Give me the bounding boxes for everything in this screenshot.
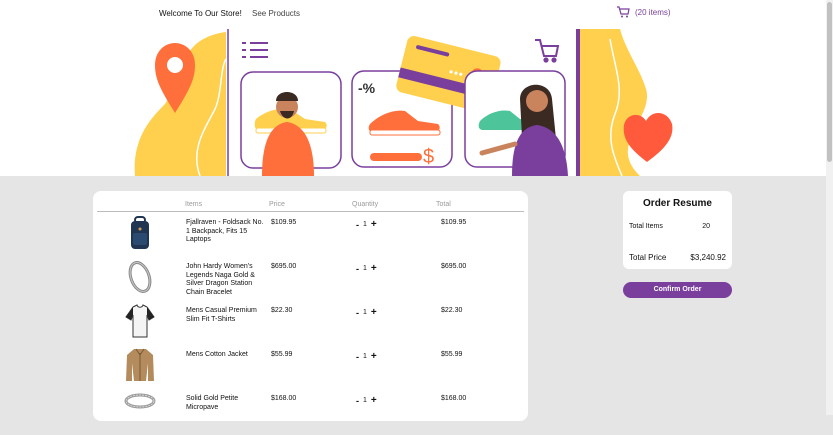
- table-row: Solid Gold Petite Micropave $168.00 - 1 …: [93, 391, 528, 435]
- quantity-value: 1: [363, 397, 367, 404]
- cart-icon: [617, 6, 630, 18]
- see-products-link[interactable]: See Products: [252, 9, 300, 18]
- product-total: $55.99: [441, 351, 463, 358]
- decrease-quantity-button[interactable]: -: [356, 220, 359, 230]
- hero-banner: -% $: [0, 29, 826, 176]
- bracelet-icon: [128, 261, 152, 293]
- total-price-label: Total Price: [629, 253, 667, 262]
- product-price: $695.00: [271, 263, 297, 270]
- column-header-items: Items: [185, 201, 203, 208]
- quantity-value: 1: [363, 221, 367, 228]
- heart-icon: [623, 113, 673, 162]
- welcome-link[interactable]: Welcome To Our Store!: [159, 9, 242, 18]
- cart-count: (20 items): [635, 7, 671, 17]
- quantity-value: 1: [363, 353, 367, 360]
- product-name: Solid Gold Petite Micropave: [186, 395, 239, 411]
- quantity-stepper: - 1 +: [356, 395, 377, 406]
- table-row: John Hardy Women's Legends Naga Gold & S…: [93, 259, 528, 303]
- product-total: $168.00: [441, 395, 467, 402]
- product-total: $109.95: [441, 219, 467, 226]
- order-resume-title: Order Resume: [643, 198, 712, 209]
- increase-quantity-button[interactable]: +: [371, 351, 377, 362]
- order-resume-card: Order Resume Total Items 20 Total Price …: [623, 191, 732, 269]
- hero-illustration: -% $: [134, 29, 673, 176]
- jacket-icon: [126, 348, 154, 381]
- product-price: $109.95: [271, 219, 297, 226]
- product-total: $695.00: [441, 263, 467, 270]
- table-row: Mens Casual Premium Slim Fit T-Shirts $2…: [93, 303, 528, 347]
- column-header-price: Price: [269, 201, 285, 208]
- cart-button[interactable]: (20 items): [616, 6, 671, 18]
- product-name: Mens Casual Premium Slim Fit T-Shirts: [186, 307, 257, 323]
- ring-icon: [124, 393, 156, 409]
- decrease-quantity-button[interactable]: -: [356, 352, 359, 362]
- increase-quantity-button[interactable]: +: [371, 263, 377, 274]
- dollar-icon: $: [423, 146, 434, 168]
- decrease-quantity-button[interactable]: -: [356, 308, 359, 318]
- cart-table: Items Price Quantity Total Fjallraven - …: [93, 191, 528, 421]
- table-row: Mens Cotton Jacket $55.99 - 1 + $55.99: [93, 347, 528, 391]
- total-price-value: $3,240.92: [690, 253, 726, 262]
- table-row: Fjallraven - Foldsack No. 1 Backpack, Fi…: [93, 215, 528, 259]
- header-divider: [97, 211, 524, 212]
- quantity-value: 1: [363, 265, 367, 272]
- quantity-stepper: - 1 +: [356, 307, 377, 318]
- total-items-value: 20: [702, 223, 710, 230]
- quantity-stepper: - 1 +: [356, 263, 377, 274]
- product-price: $55.99: [271, 351, 293, 358]
- quantity-stepper: - 1 +: [356, 351, 377, 362]
- product-name: John Hardy Women's Legends Naga Gold & S…: [186, 263, 255, 296]
- decrease-quantity-button[interactable]: -: [356, 396, 359, 406]
- backpack-icon: [131, 216, 149, 249]
- increase-quantity-button[interactable]: +: [371, 219, 377, 230]
- hero-cart-icon: [535, 39, 560, 63]
- column-header-total: Total: [436, 201, 451, 208]
- page-scrollbar[interactable]: [826, 0, 833, 415]
- increase-quantity-button[interactable]: +: [371, 395, 377, 406]
- product-price: $22.30: [271, 307, 293, 314]
- product-price: $168.00: [271, 395, 297, 402]
- quantity-value: 1: [363, 309, 367, 316]
- product-name: Mens Cotton Jacket: [186, 351, 248, 358]
- tshirt-icon: [125, 304, 155, 338]
- total-items-label: Total Items: [629, 223, 663, 230]
- product-total: $22.30: [441, 307, 463, 314]
- quantity-stepper: - 1 +: [356, 219, 377, 230]
- increase-quantity-button[interactable]: +: [371, 307, 377, 318]
- scrollbar-thumb[interactable]: [827, 2, 832, 162]
- menu-lines-icon: [242, 42, 268, 58]
- discount-percent-icon: -%: [358, 80, 376, 96]
- column-header-quantity: Quantity: [352, 201, 379, 208]
- product-name: Fjallraven - Foldsack No. 1 Backpack, Fi…: [186, 219, 264, 243]
- decrease-quantity-button[interactable]: -: [356, 264, 359, 274]
- confirm-order-button[interactable]: Confirm Order: [623, 282, 732, 298]
- top-nav: Welcome To Our Store! See Products (20 i…: [0, 0, 826, 29]
